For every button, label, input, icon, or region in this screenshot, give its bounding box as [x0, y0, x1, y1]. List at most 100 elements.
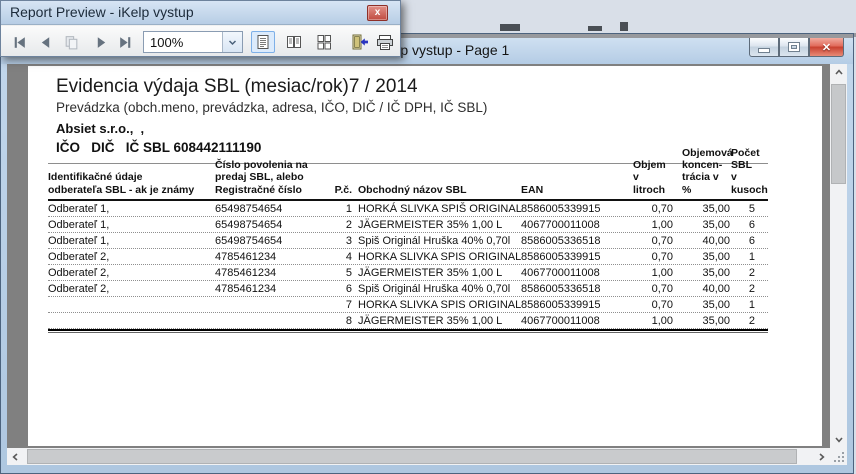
cell-name: Spiš Originál Hruška 40% 0,70l — [358, 283, 520, 295]
maximize-icon — [789, 43, 799, 51]
minimize-button[interactable] — [749, 38, 779, 57]
cell-name: JÄGERMEISTER 35% 1,00 L — [358, 267, 520, 279]
cell-concentration: 35,00 — [682, 315, 730, 327]
cell-seq: 2 — [328, 219, 352, 231]
pages-copy-button[interactable] — [59, 31, 83, 53]
print-button[interactable] — [373, 31, 397, 53]
previous-page-icon — [37, 34, 54, 51]
cell-ean: 4067700011008 — [521, 219, 621, 231]
cell-concentration: 35,00 — [682, 251, 730, 263]
report-table: Identifikačné údaje odberateľa SBL - ak … — [48, 163, 768, 333]
next-page-icon — [93, 34, 110, 51]
previous-page-button[interactable] — [33, 31, 57, 53]
cell-volume: 1,00 — [633, 315, 673, 327]
cell-name: JÄGERMEISTER 35% 1,00 L — [358, 315, 520, 327]
cell-volume: 0,70 — [633, 283, 673, 295]
header-seq: P.č. — [328, 184, 352, 196]
preview-title: Report Preview - iKelp vystup — [10, 4, 194, 20]
cell-seq: 3 — [328, 235, 352, 247]
cell-ean: 8586005339915 — [521, 299, 621, 311]
scroll-left-button[interactable] — [7, 448, 23, 465]
table-row: Odberateľ 1, 65498754654 2 JÄGERMEISTER … — [48, 217, 768, 233]
scroll-down-button[interactable] — [830, 432, 847, 448]
scroll-right-button[interactable] — [814, 448, 830, 465]
maximize-button[interactable] — [779, 38, 809, 57]
background-window-text-fragment — [620, 22, 628, 31]
cell-seq: 7 — [328, 299, 352, 311]
two-page-view-icon — [286, 34, 302, 50]
cell-name: HORKÁ SLIVKA SPIŠ ORIGINAL — [358, 203, 520, 215]
cell-ean: 8586005336518 — [521, 283, 621, 295]
cell-concentration: 40,00 — [682, 235, 730, 247]
cell-concentration: 35,00 — [682, 267, 730, 279]
two-page-view-button[interactable] — [282, 31, 306, 53]
report-ids-line: IČO DIČ IČ SBL 608442111190 — [56, 140, 261, 155]
resize-grip[interactable] — [830, 448, 847, 465]
cell-customer: Odberateľ 1, — [48, 235, 215, 247]
report-page: Evidencia výdaja SBL (mesiac/rok)7 / 201… — [28, 66, 822, 446]
exit-preview-button[interactable] — [348, 31, 372, 53]
scroll-up-button[interactable] — [830, 64, 847, 80]
header-concentration: Objemová koncen- trácia v % — [682, 147, 730, 197]
table-row: Odberateľ 2, 4785461234 6 Spiš Originál … — [48, 281, 768, 297]
cell-customer: Odberateľ 2, — [48, 267, 215, 279]
cell-concentration: 40,00 — [682, 283, 730, 295]
cell-volume: 1,00 — [633, 267, 673, 279]
first-page-icon — [11, 34, 28, 51]
cell-permit: 65498754654 — [215, 235, 328, 247]
report-client-area: Evidencia výdaja SBL (mesiac/rok)7 / 201… — [7, 64, 847, 465]
multi-page-view-button[interactable] — [312, 31, 336, 53]
background-window — [398, 0, 856, 37]
header-trade-name: Obchodný názov SBL — [358, 184, 520, 196]
preview-titlebar[interactable]: Report Preview - iKelp vystup x — [1, 1, 400, 25]
cell-permit: 4785461234 — [215, 251, 328, 263]
header-ean: EAN — [521, 184, 621, 196]
zoom-value: 100% — [144, 32, 222, 52]
cell-permit: 4785461234 — [215, 283, 328, 295]
report-title: Evidencia výdaja SBL (mesiac/rok)7 / 201… — [56, 76, 418, 98]
first-page-button[interactable] — [7, 31, 31, 53]
cell-count: 6 — [731, 219, 768, 231]
table-row: Odberateľ 2, 4785461234 4 HORKA SLIVKA S… — [48, 249, 768, 265]
cell-customer: Odberateľ 1, — [48, 219, 215, 231]
single-page-view-button[interactable] — [251, 31, 275, 53]
table-row: Odberateľ 1, 65498754654 1 HORKÁ SLIVKA … — [48, 201, 768, 217]
screen: iKelp vystup - Page 1 ✕ Evidencia výdaja… — [0, 0, 856, 474]
cell-customer: Odberateľ 1, — [48, 203, 215, 215]
cell-seq: 5 — [328, 267, 352, 279]
horizontal-scroll-thumb[interactable] — [27, 449, 797, 464]
cell-seq: 6 — [328, 283, 352, 295]
cell-count: 2 — [731, 267, 768, 279]
cell-concentration: 35,00 — [682, 299, 730, 311]
zoom-combobox[interactable]: 100% — [143, 31, 243, 53]
last-page-button[interactable] — [113, 31, 137, 53]
header-count: Počet SBL v kusoch — [731, 147, 768, 197]
cell-count: 5 — [731, 203, 768, 215]
table-row: 7 HORKA SLIVKA SPIS ORIGINAL 85860053399… — [48, 297, 768, 313]
background-window-text-fragment — [500, 24, 520, 31]
close-button[interactable]: ✕ — [809, 38, 844, 57]
report-preview-window: Report Preview - iKelp vystup x 100% — [0, 0, 401, 57]
chevron-down-icon[interactable] — [222, 32, 242, 52]
pages-copy-icon — [63, 34, 80, 51]
cell-concentration: 35,00 — [682, 203, 730, 215]
cell-count: 1 — [731, 251, 768, 263]
table-row: Odberateľ 2, 4785461234 5 JÄGERMEISTER 3… — [48, 265, 768, 281]
cell-concentration: 35,00 — [682, 219, 730, 231]
vertical-scroll-thumb[interactable] — [831, 84, 846, 184]
vertical-scrollbar[interactable] — [830, 64, 847, 448]
table-header-row: Identifikačné údaje odberateľa SBL - ak … — [48, 163, 768, 201]
table-bottom-rule — [48, 329, 768, 333]
preview-close-button[interactable]: x — [367, 5, 388, 21]
next-page-button[interactable] — [89, 31, 113, 53]
cell-name: JÄGERMEISTER 35% 1,00 L — [358, 219, 520, 231]
cell-customer: Odberateľ 2, — [48, 251, 215, 263]
minimize-icon — [759, 49, 769, 52]
last-page-icon — [117, 34, 134, 51]
cell-name: HORKA SLIVKA SPIS ORIGINAL — [358, 299, 520, 311]
report-subtitle: Prevádzka (obch.meno, prevádzka, adresa,… — [56, 100, 487, 115]
printer-icon — [375, 34, 395, 51]
horizontal-scrollbar[interactable] — [7, 448, 830, 465]
header-permit-number: Číslo povolenia na predaj SBL, alebo Reg… — [215, 159, 328, 196]
cell-name: HORKA SLIVKA SPIS ORIGINAL — [358, 251, 520, 263]
